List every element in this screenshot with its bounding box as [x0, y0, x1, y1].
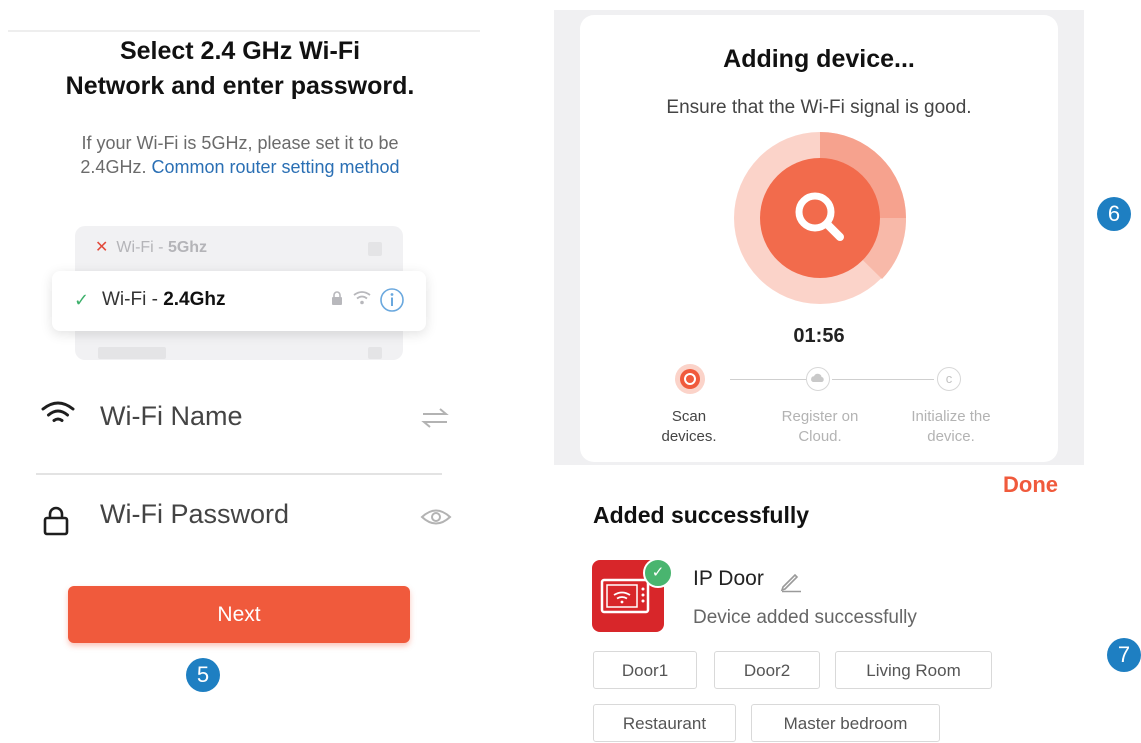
router-setting-link[interactable]: Common router setting method	[151, 157, 399, 177]
progress-connector	[832, 379, 934, 380]
lock-icon	[43, 506, 69, 536]
pencil-icon[interactable]	[779, 569, 803, 593]
network-24ghz-item: ✓ Wi-Fi - 2.4Ghz	[52, 271, 426, 331]
room-chip-door1[interactable]: Door1	[593, 651, 697, 689]
wifi-password-placeholder: Wi-Fi Password	[100, 499, 290, 529]
step-initialize-label: Initialize the device.	[896, 407, 1006, 447]
added-title: Added successfully	[593, 502, 810, 528]
step-badge-6: 6	[1097, 197, 1131, 231]
step-register-label: Register on Cloud.	[765, 407, 875, 447]
success-check-icon: ✓	[643, 558, 673, 588]
network-5ghz-band: 5Ghz	[167, 239, 208, 256]
band-hint-prefix: 2.4GHz.	[80, 157, 152, 177]
room-chip-door2[interactable]: Door2	[714, 651, 820, 689]
device-status: Device added successfully	[693, 607, 917, 628]
wifi-signal-icon	[353, 291, 371, 305]
step-scan-line1: Scan	[671, 408, 707, 425]
adding-title: Adding device...	[723, 45, 915, 73]
step-cloud-dot	[806, 367, 830, 391]
wifi-setup-screen: Select 2.4 GHz Wi-Fi Network and enter p…	[0, 0, 480, 738]
adding-device-screen: Adding device... Ensure that the Wi-Fi s…	[554, 10, 1084, 465]
wifi-name-placeholder: Wi-Fi Name	[100, 401, 243, 431]
check-icon: ✓	[74, 290, 90, 310]
step-badge-7: 7	[1107, 638, 1141, 672]
network-24ghz-band: 2.4Ghz	[163, 289, 226, 310]
device-name: IP Door	[693, 567, 764, 591]
device-name-text: IP Door	[693, 567, 764, 590]
step-initialize-line1: Initialize the	[911, 408, 991, 425]
placeholder-square	[368, 242, 382, 256]
wifi-icon	[41, 401, 75, 422]
step-initialize-line2: device.	[927, 428, 975, 445]
eye-icon[interactable]	[420, 506, 452, 528]
done-button[interactable]: Done	[1003, 472, 1058, 498]
placeholder-square	[368, 347, 382, 359]
placeholder-bar	[98, 347, 166, 359]
next-button[interactable]: Next	[68, 586, 410, 643]
page-title-line1: Select 2.4 GHz Wi-Fi	[119, 37, 361, 65]
page-title-line2: Network and enter password.	[65, 72, 415, 100]
top-divider	[8, 30, 480, 32]
step-register-line2: Cloud.	[798, 428, 842, 445]
room-chip-restaurant[interactable]: Restaurant	[593, 704, 736, 742]
countdown-timer: 01:56	[793, 325, 845, 347]
room-chip-master-bedroom[interactable]: Master bedroom	[751, 704, 940, 742]
step-register-line1: Register on	[781, 408, 859, 425]
adding-subtitle: Ensure that the Wi-Fi signal is good.	[666, 97, 972, 118]
cross-icon: ✕	[95, 239, 109, 256]
scan-progress-ring	[734, 132, 906, 304]
band-hint-line1: If your Wi-Fi is 5GHz, please set it to …	[81, 133, 399, 153]
step-scan-label: Scan devices.	[634, 407, 744, 447]
step-scan-dot	[675, 364, 705, 394]
cloud-icon	[811, 373, 824, 382]
room-chip-living-room[interactable]: Living Room	[835, 651, 992, 689]
step-scan-line2: devices.	[661, 428, 717, 445]
step-badge-5: 5	[186, 658, 220, 692]
network-24ghz-prefix: Wi-Fi -	[102, 289, 164, 310]
progress-connector	[730, 379, 806, 380]
band-hint-line2: 2.4GHz. Common router setting method	[30, 154, 450, 180]
network-24ghz-label: Wi-Fi - 2.4Ghz	[102, 289, 226, 311]
copyright-icon: c	[937, 367, 961, 391]
swap-arrows-icon[interactable]	[420, 407, 450, 429]
network-5ghz-item: ✕ Wi-Fi - 5Ghz	[95, 237, 207, 257]
network-5ghz-prefix: Wi-Fi -	[116, 239, 168, 256]
adding-device-card: Adding device... Ensure that the Wi-Fi s…	[580, 15, 1058, 462]
lock-small-icon	[332, 291, 342, 305]
field-divider	[36, 473, 442, 475]
info-icon	[380, 288, 404, 312]
